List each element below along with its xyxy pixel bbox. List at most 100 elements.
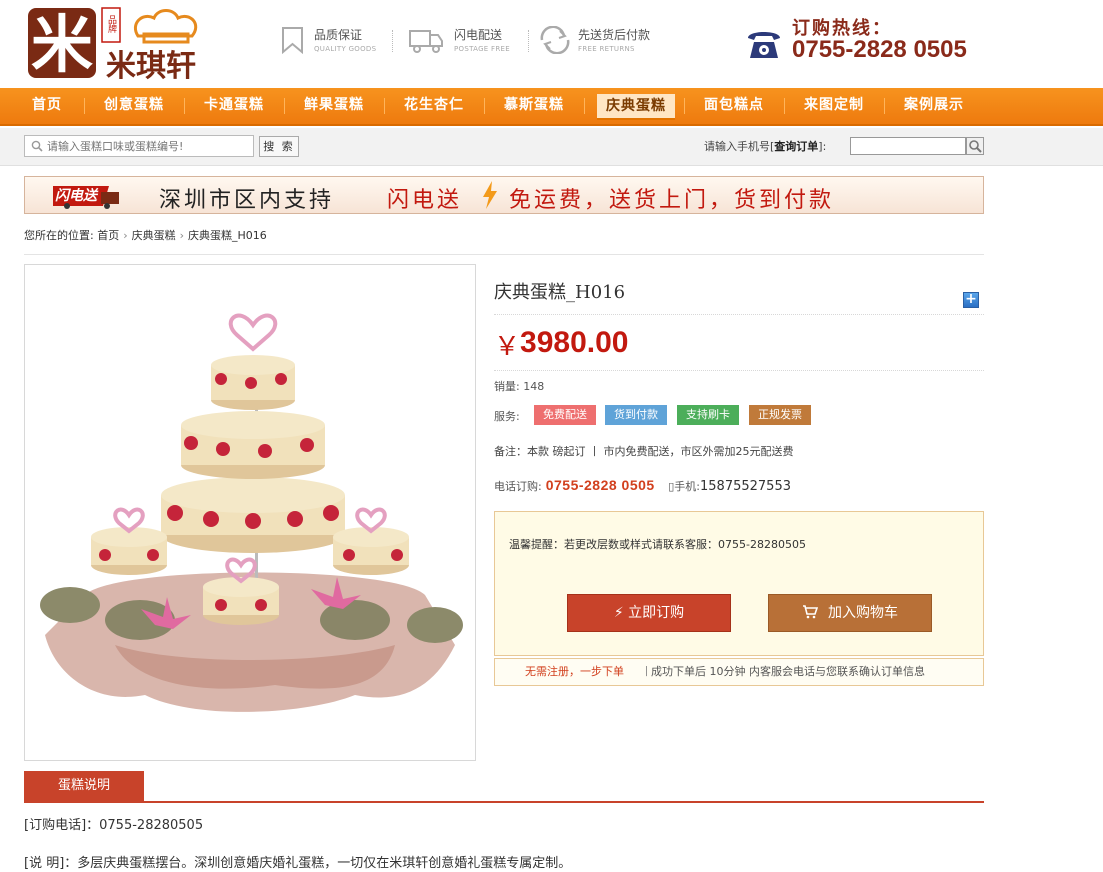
divider — [392, 30, 393, 52]
banner-text-3: 免运费，送货上门，货到付款 — [509, 188, 835, 213]
banner-text-1: 深圳市区内支持 — [159, 188, 335, 213]
breadcrumb-prefix: 您所在的位置: — [24, 229, 94, 242]
nav-divider — [184, 98, 185, 114]
nav-item-home[interactable]: 首页 — [18, 88, 76, 124]
phone-number: 0755-2828 0505 — [545, 477, 655, 493]
nav-item-bread[interactable]: 面包糕点 — [692, 88, 776, 124]
nav-divider — [584, 98, 585, 114]
sales-value: 148 — [523, 380, 545, 393]
order-tip: 温馨提醒：若更改层数或样式请联系客服：0755-28280505 — [509, 538, 806, 551]
nav-divider — [784, 98, 785, 114]
promo-banner[interactable]: 闪电送 深圳市区内支持 闪电送 免运费，送货上门，货到付款 — [24, 176, 984, 214]
order-label-bold: 查询订单 — [774, 140, 819, 153]
feature-quality: 品质保证 QUALITY GOODS — [278, 24, 388, 60]
main-nav: 首页 创意蛋糕 卡通蛋糕 鲜果蛋糕 花生杏仁 慕斯蛋糕 庆典蛋糕 面包糕点 来图… — [0, 88, 1103, 126]
return-icon — [540, 26, 570, 54]
service-tag-card: 支持刷卡 — [677, 405, 739, 425]
nav-item-mousse[interactable]: 慕斯蛋糕 — [492, 88, 576, 124]
nav-divider — [384, 98, 385, 114]
order-label-suffix: ]: — [818, 140, 827, 153]
nav-item-fruit[interactable]: 鲜果蛋糕 — [292, 88, 376, 124]
search-input[interactable] — [47, 138, 251, 154]
breadcrumb-home[interactable]: 首页 — [97, 229, 119, 242]
feature-delivery: 闪电配送 POSTAGE FREE — [408, 24, 518, 60]
detail-phone: [订购电话]：0755-28280505 — [24, 818, 204, 833]
divider — [494, 314, 984, 315]
nav-divider — [284, 98, 285, 114]
nav-item-custom[interactable]: 来图定制 — [792, 88, 876, 124]
telephone-icon — [748, 32, 780, 58]
sales-label: 销量: — [494, 380, 520, 393]
feature-sub: FREE RETURNS — [578, 45, 635, 53]
tab-description[interactable]: 蛋糕说明 — [24, 771, 144, 801]
hotline-number: 0755-2828 0505 — [792, 36, 967, 63]
price-value: 3980.00 — [520, 326, 629, 359]
feature-title: 先送货后付款 — [578, 28, 651, 42]
product-note: 备注：本款 磅起订 丨 市内免费配送，市区外需加25元配送费 — [494, 445, 794, 458]
logo-seal: 品牌 — [106, 15, 117, 34]
feature-title: 品质保证 — [314, 28, 363, 42]
search-bar: 搜 索 请输入手机号[查询订单]: — [0, 128, 1103, 166]
feature-title: 闪电配送 — [454, 28, 503, 42]
phone-order: 电话订购: 0755-2828 0505 ▯手机:15875527553 — [494, 477, 791, 494]
nav-item-creative[interactable]: 创意蛋糕 — [92, 88, 176, 124]
breadcrumb-category[interactable]: 庆典蛋糕 — [132, 229, 176, 242]
nav-divider — [884, 98, 885, 114]
buy-now-button[interactable]: ⚡ 立即订购 — [567, 594, 731, 632]
order-info-strip: 无需注册，一步下单 丨 成功下单后 10分钟 内客服会电话与您联系确认订单信息 — [494, 658, 984, 686]
product-image[interactable] — [24, 264, 476, 761]
cake-photo — [40, 313, 463, 712]
logo-graphic: 米 品牌 米琪轩 — [28, 7, 198, 84]
feature-sub: QUALITY GOODS — [314, 45, 377, 53]
detail-description: [说 明]：多层庆典蛋糕摆台。深圳创意婚庆婚礼蛋糕，一切仅在米琪轩创意婚礼蛋糕专… — [24, 856, 572, 871]
product-price: ￥3980.00 — [494, 326, 628, 363]
nav-divider — [684, 98, 685, 114]
banner-badge: 闪电送 — [55, 188, 97, 204]
lightning-icon: ⚡ — [613, 605, 624, 621]
divider — [494, 370, 984, 371]
strip-highlight: 无需注册，一步下单 — [525, 665, 624, 678]
mobile-number: 15875527553 — [700, 479, 791, 494]
mobile-label: 手机: — [674, 480, 700, 493]
site-header: 米 品牌 米琪轩 品质保证 QUALITY GOODS 闪电配送 POSTAGE… — [0, 0, 1103, 88]
strip-text: 成功下单后 10分钟 内客服会电话与您联系确认订单信息 — [651, 665, 925, 678]
nav-divider — [484, 98, 485, 114]
service-tag-invoice: 正规发票 — [749, 405, 811, 425]
feature-cod: 先送货后付款 FREE RETURNS — [538, 24, 668, 60]
add-to-cart-button[interactable]: 加入购物车 — [768, 594, 932, 632]
cart-icon — [803, 605, 819, 619]
truck-icon — [409, 30, 443, 53]
service-tag-cod: 货到付款 — [605, 405, 667, 425]
order-phone-input[interactable] — [850, 137, 966, 155]
service-tag-free-delivery: 免费配送 — [534, 405, 596, 425]
logo-text: 米琪轩 — [106, 49, 196, 82]
share-plus-icon[interactable]: + — [963, 292, 979, 308]
logo[interactable]: 米 品牌 米琪轩 — [26, 4, 236, 84]
price-currency: ￥ — [494, 332, 521, 362]
breadcrumb: 您所在的位置: 首页 › 庆典蛋糕 › 庆典蛋糕_H016 — [24, 227, 267, 243]
order-query-label: 请输入手机号[查询订单]: — [704, 138, 826, 154]
search-button[interactable]: 搜 索 — [259, 136, 299, 157]
nav-item-peanut[interactable]: 花生杏仁 — [392, 88, 476, 124]
divider — [528, 30, 529, 52]
product-title: 庆典蛋糕_H016 — [494, 282, 626, 303]
sales-count: 销量: 148 — [494, 378, 544, 394]
order-box: 温馨提醒：若更改层数或样式请联系客服：0755-28280505 ⚡ 立即订购 … — [494, 511, 984, 656]
nav-item-cartoon[interactable]: 卡通蛋糕 — [192, 88, 276, 124]
feature-sub: POSTAGE FREE — [454, 45, 510, 53]
logo-mark: 米 — [31, 8, 93, 81]
search-icon — [969, 140, 982, 153]
banner-text-2: 闪电送 — [387, 188, 463, 213]
chevron-right-icon: › — [123, 229, 128, 242]
nav-item-cases[interactable]: 案例展示 — [892, 88, 976, 124]
order-query-button[interactable] — [966, 137, 984, 155]
order-label-prefix: 请输入手机号[ — [704, 140, 775, 153]
service-label: 服务: — [494, 410, 520, 423]
phone-label: 电话订购: — [494, 480, 542, 493]
tab-underline — [24, 801, 984, 803]
lightning-icon — [483, 181, 497, 209]
nav-item-celebration[interactable]: 庆典蛋糕 — [597, 94, 675, 120]
chevron-right-icon: › — [179, 229, 185, 242]
search-icon — [31, 140, 43, 152]
bookmark-icon — [282, 27, 303, 54]
